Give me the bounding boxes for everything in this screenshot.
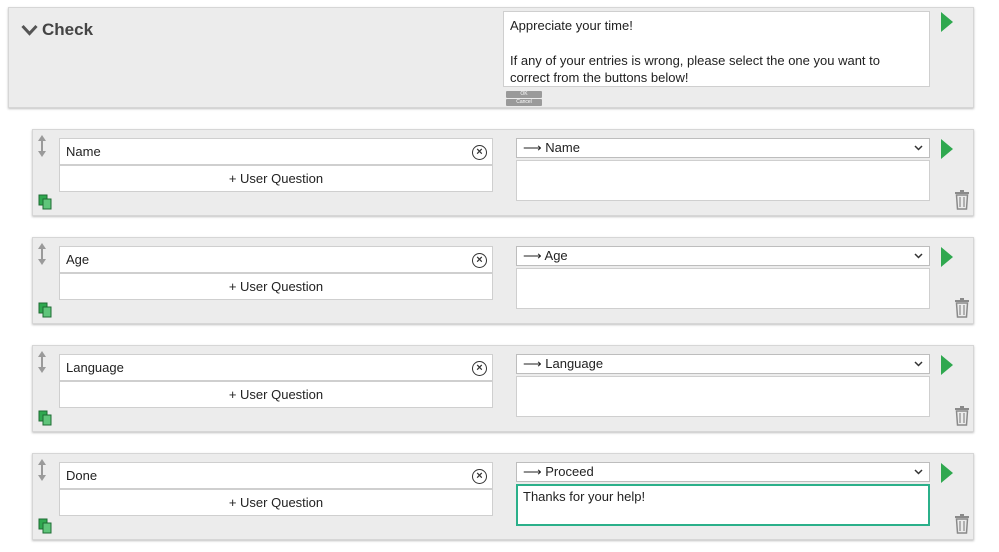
- copy-icon[interactable]: [38, 194, 52, 210]
- add-user-question-button[interactable]: + User Question: [59, 273, 493, 300]
- response-textarea[interactable]: Thanks for your help!: [516, 484, 930, 526]
- play-icon[interactable]: [941, 355, 953, 375]
- message-line-1: Appreciate your time!: [510, 18, 633, 33]
- play-icon[interactable]: [941, 463, 953, 483]
- option-name-field[interactable]: Language: [59, 354, 493, 381]
- option-name-value: Done: [66, 468, 98, 483]
- option-name-value: Language: [66, 360, 124, 375]
- play-icon[interactable]: [941, 12, 953, 32]
- drag-handle-icon[interactable]: [37, 458, 47, 482]
- copy-icon[interactable]: [38, 410, 52, 426]
- option-name-field[interactable]: Done: [59, 462, 493, 489]
- trash-icon[interactable]: [954, 406, 970, 426]
- response-textarea[interactable]: [516, 376, 930, 417]
- add-user-question-button[interactable]: + User Question: [59, 165, 493, 192]
- chevron-down-icon: [914, 145, 923, 151]
- chevron-down-icon[interactable]: [21, 24, 38, 36]
- add-user-question-button[interactable]: + User Question: [59, 381, 493, 408]
- trash-icon[interactable]: [954, 298, 970, 318]
- target-select-value: ⟶ Language: [523, 356, 604, 371]
- response-textarea[interactable]: [516, 268, 930, 309]
- target-select-value: ⟶ Name: [523, 140, 580, 155]
- clear-icon[interactable]: ×: [472, 469, 487, 484]
- option-row: Language × + User Question ⟶ Language: [32, 345, 974, 432]
- option-row: Done × + User Question ⟶ Proceed Thanks …: [32, 453, 974, 540]
- trash-icon[interactable]: [954, 190, 970, 210]
- target-select[interactable]: ⟶ Age: [516, 246, 930, 266]
- copy-icon[interactable]: [38, 518, 52, 534]
- target-select[interactable]: ⟶ Proceed: [516, 462, 930, 482]
- ok-button[interactable]: OK: [506, 91, 542, 98]
- target-select[interactable]: ⟶ Language: [516, 354, 930, 374]
- clear-icon[interactable]: ×: [472, 145, 487, 160]
- play-icon[interactable]: [941, 247, 953, 267]
- option-row: Age × + User Question ⟶ Age: [32, 237, 974, 324]
- add-user-question-button[interactable]: + User Question: [59, 489, 493, 516]
- cancel-button[interactable]: Cancel: [506, 99, 542, 106]
- clear-icon[interactable]: ×: [472, 253, 487, 268]
- option-name-field[interactable]: Name: [59, 138, 493, 165]
- option-name-value: Age: [66, 252, 90, 267]
- target-select[interactable]: ⟶ Name: [516, 138, 930, 158]
- trash-icon[interactable]: [954, 514, 970, 534]
- clear-icon[interactable]: ×: [472, 361, 487, 376]
- option-row: Name × + User Question ⟶ Name: [32, 129, 974, 216]
- option-name-field[interactable]: Age: [59, 246, 493, 273]
- copy-icon[interactable]: [38, 302, 52, 318]
- message-line-2: If any of your entries is wrong, please …: [510, 52, 880, 86]
- target-select-value: ⟶ Proceed: [523, 464, 594, 479]
- response-textarea[interactable]: [516, 160, 930, 201]
- chevron-down-icon: [914, 361, 923, 367]
- chevron-down-icon: [914, 469, 923, 475]
- check-node-panel: Check Appreciate your time! If any of yo…: [8, 7, 974, 108]
- node-title: Check: [42, 20, 94, 39]
- drag-handle-icon[interactable]: [37, 242, 47, 266]
- option-name-value: Name: [66, 144, 101, 159]
- chevron-down-icon: [914, 253, 923, 259]
- drag-handle-icon[interactable]: [37, 134, 47, 158]
- target-select-value: ⟶ Age: [523, 248, 568, 263]
- play-icon[interactable]: [941, 139, 953, 159]
- node-header[interactable]: Check: [21, 20, 93, 40]
- drag-handle-icon[interactable]: [37, 350, 47, 374]
- message-box[interactable]: Appreciate your time! If any of your ent…: [503, 11, 930, 87]
